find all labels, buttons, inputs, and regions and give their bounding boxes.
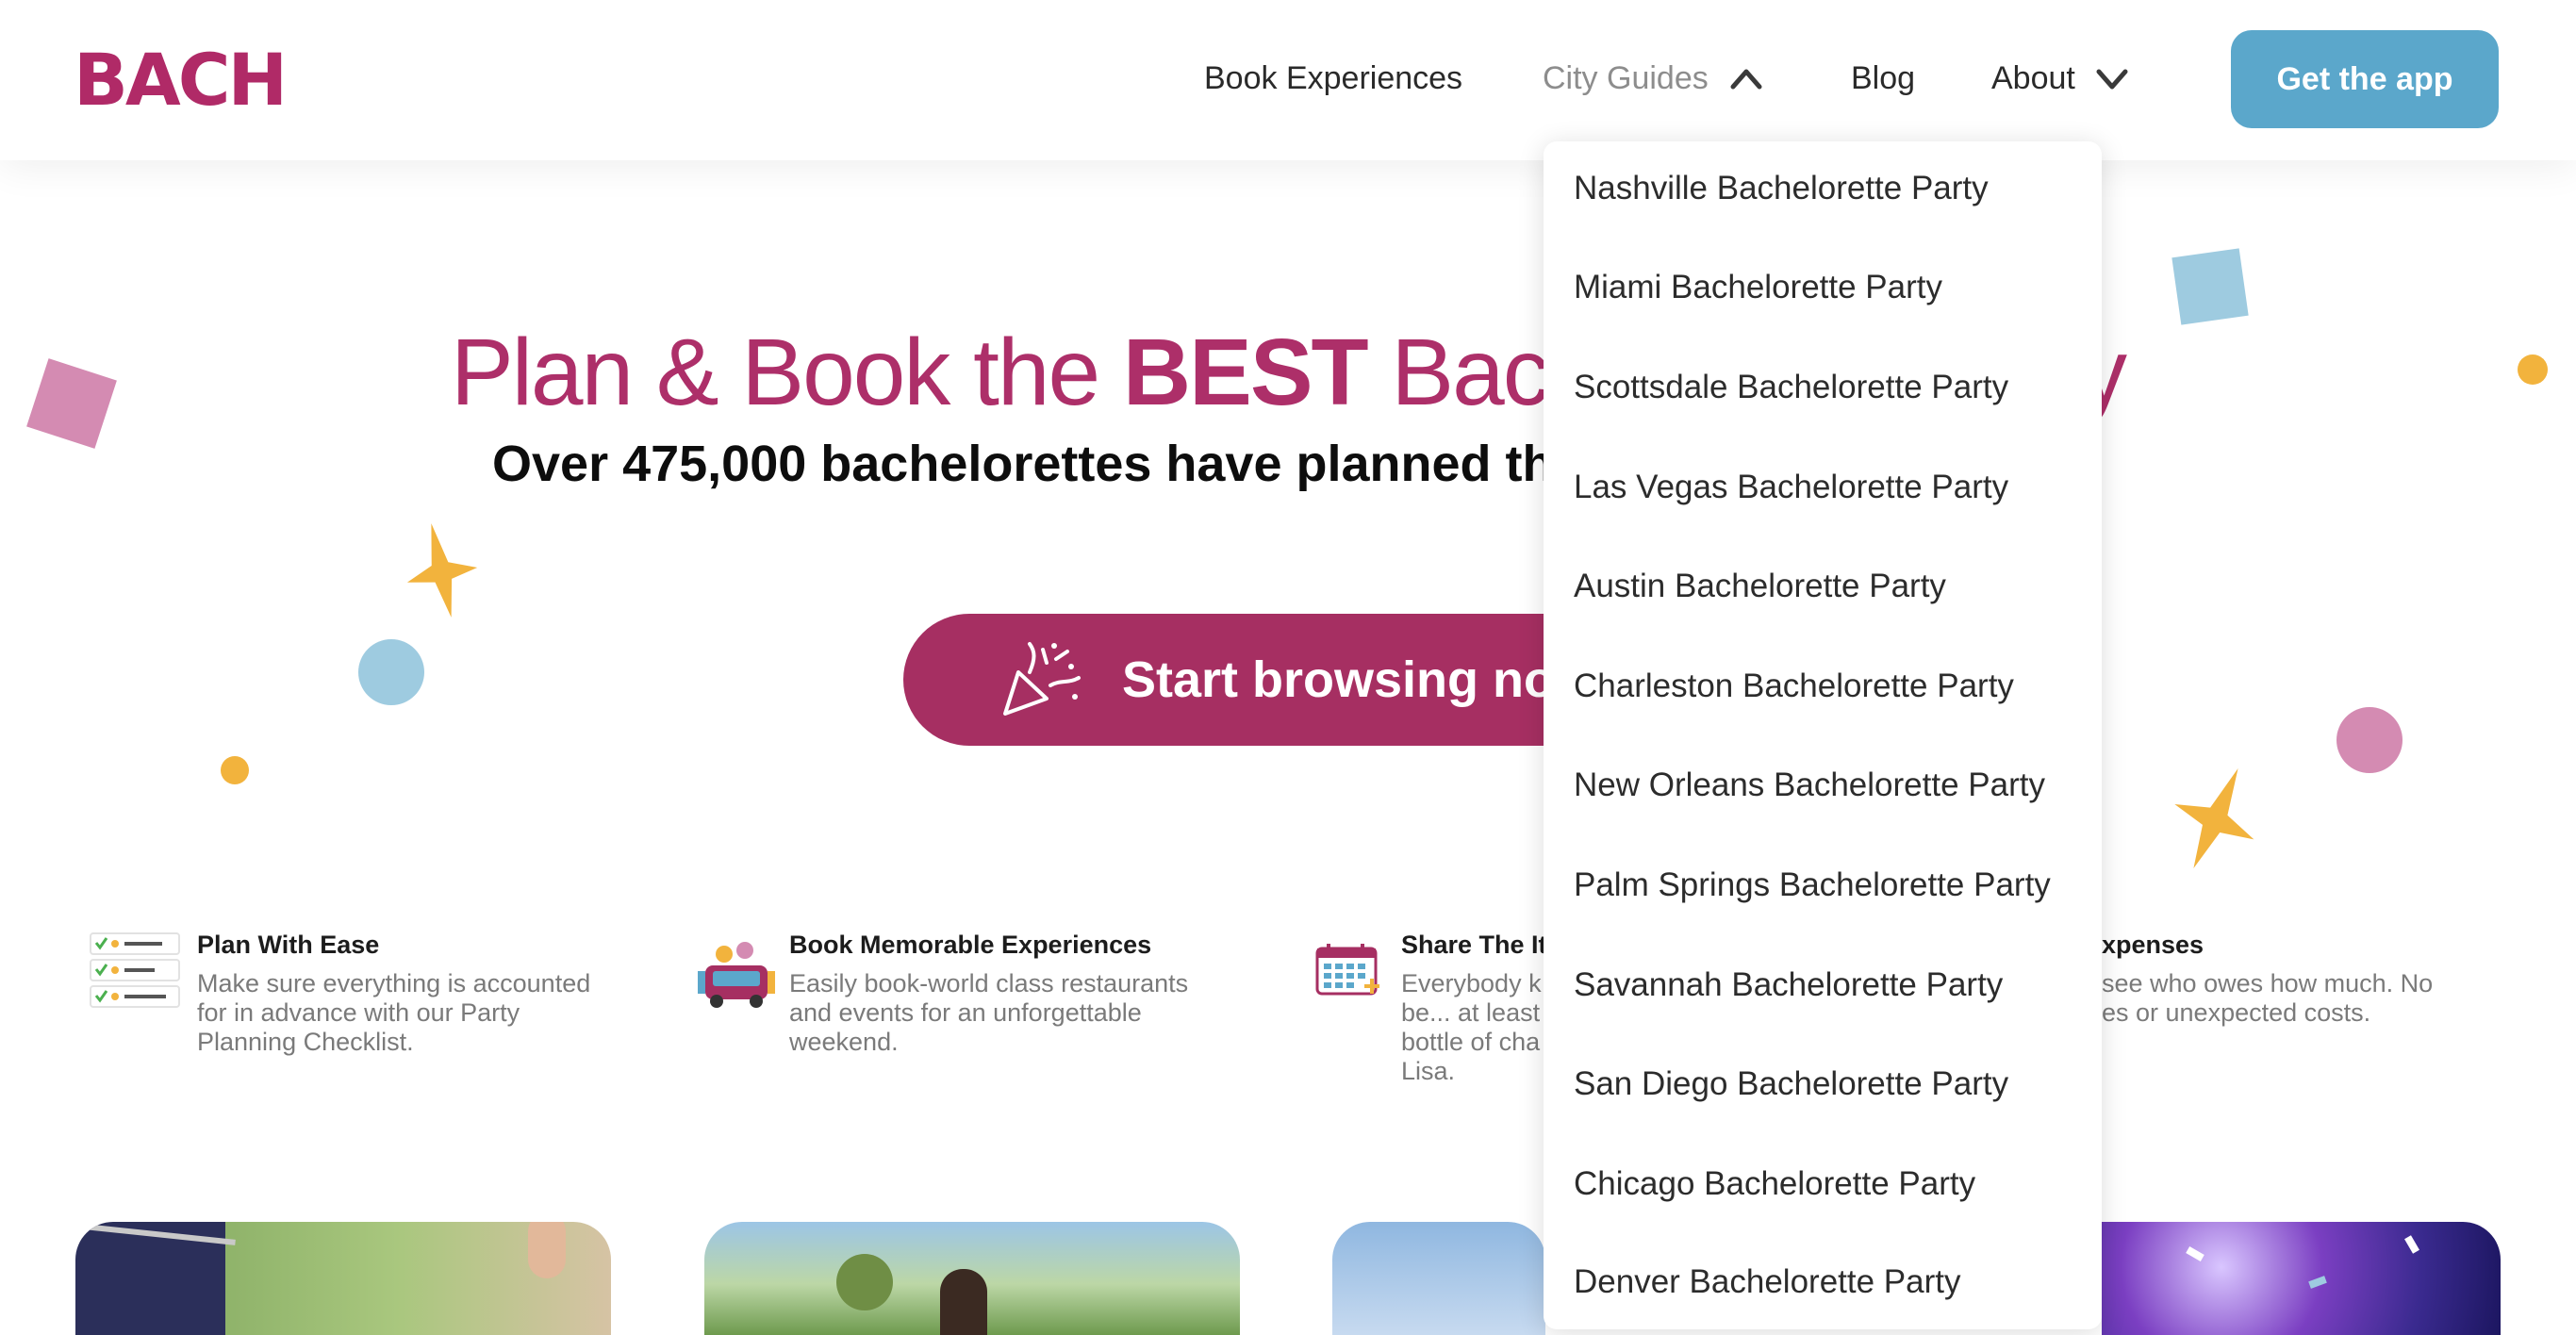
sparkle-star-icon [2174,768,2254,868]
sparkle-star-icon [406,523,478,618]
dropdown-item-savannah[interactable]: Savannah Bachelorette Party [1574,963,2003,1008]
confetti-square-blue [2171,248,2249,325]
bach-logo[interactable]: BACH [74,38,288,123]
dropdown-item-denver[interactable]: Denver Bachelorette Party [1574,1260,1960,1305]
feature-description: Make sure everything is accounted for in … [197,969,591,1056]
experience-card-image[interactable] [704,1222,1240,1335]
confetti-circle-blue [358,639,424,705]
chevron-up-icon[interactable] [1729,64,1763,92]
get-the-app-button[interactable]: Get the app [2231,30,2499,128]
party-popper-icon [1003,642,1081,716]
confetti-dot-yellow [221,756,249,784]
experience-card-image[interactable] [1332,1222,1545,1335]
hero-subtitle: Over 475,000 bachelorettes have planned … [492,436,1554,492]
feature-title: xpenses [2102,931,2204,959]
hero-title: Plan & Book the BEST Bach [451,320,1600,425]
dropdown-item-scottsdale[interactable]: Scottsdale Bachelorette Party [1574,365,2008,410]
dropdown-item-san-diego[interactable]: San Diego Bachelorette Party [1574,1062,2008,1107]
dropdown-item-chicago[interactable]: Chicago Bachelorette Party [1574,1162,1975,1207]
feature-description: Everybody k be... at least bottle of cha Li… [1401,969,1542,1085]
city-guides-dropdown: Nashville Bachelorette Party Miami Bache… [1544,141,2102,1329]
feature-description: see who owes how much. No es or unexpecte… [2102,969,2434,1027]
confetti-square-pink [26,358,117,449]
start-browsing-label: Start browsing now [1122,651,1595,708]
site-header: BACH Book Experiences City Guides Blog A… [0,0,2576,160]
party-bus-icon [698,942,775,1008]
dropdown-item-miami[interactable]: Miami Bachelorette Party [1574,265,1942,310]
feature-title: Book Memorable Experiences [789,931,1152,959]
dropdown-item-charleston[interactable]: Charleston Bachelorette Party [1574,664,2014,709]
dropdown-item-las-vegas[interactable]: Las Vegas Bachelorette Party [1574,465,2008,510]
confetti-circle-pink [2337,707,2403,773]
feature-title: Share The It [1401,931,1547,959]
dropdown-item-nashville[interactable]: Nashville Bachelorette Party [1574,166,1989,211]
nav-city-guides[interactable]: City Guides [1543,52,1709,105]
experience-card-image[interactable] [75,1222,611,1335]
dropdown-item-new-orleans[interactable]: New Orleans Bachelorette Party [1574,763,2045,808]
checklist-icon [90,932,180,1008]
dropdown-item-austin[interactable]: Austin Bachelorette Party [1574,564,1946,609]
chevron-down-icon[interactable] [2095,64,2129,92]
nav-about[interactable]: About [1991,52,2075,105]
confetti-dot-yellow [2518,354,2548,385]
feature-description: Easily book-world class restaurants and e… [789,969,1189,1056]
experience-card-image[interactable] [2102,1222,2501,1335]
nav-blog[interactable]: Blog [1851,52,1915,105]
feature-title: Plan With Ease [197,931,380,959]
nav-book-experiences[interactable]: Book Experiences [1204,52,1462,105]
dropdown-item-palm-springs[interactable]: Palm Springs Bachelorette Party [1574,863,2051,908]
calendar-icon [1315,944,1379,996]
